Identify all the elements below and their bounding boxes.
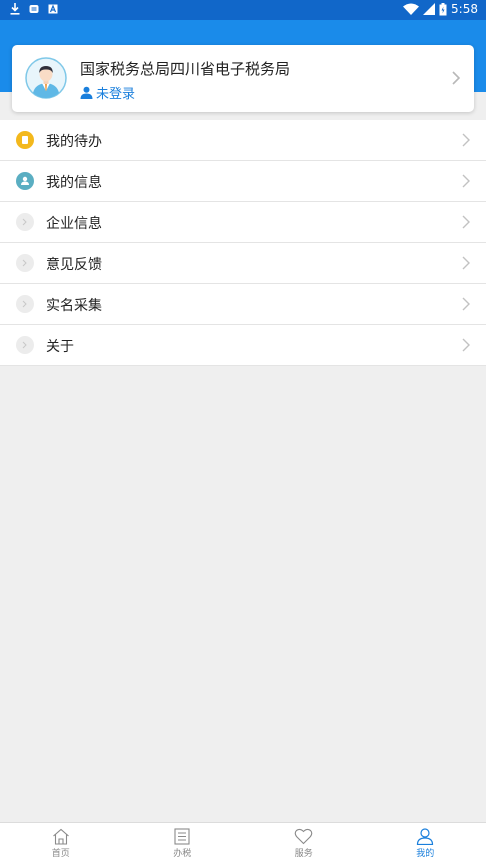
signal-icon	[423, 3, 435, 15]
chevron-right-icon	[452, 71, 460, 85]
wifi-icon	[403, 3, 419, 15]
tab-tax[interactable]: 办税	[122, 823, 244, 865]
menu-item-about[interactable]: 关于	[0, 325, 486, 366]
todo-icon	[16, 131, 34, 149]
about-icon	[16, 336, 34, 354]
menu-item-label: 实名采集	[46, 295, 102, 315]
tab-label: 服务	[295, 846, 313, 859]
tab-label: 办税	[173, 846, 191, 859]
feedback-icon	[16, 254, 34, 272]
status-time: 5:58	[451, 2, 478, 16]
tax-list-icon	[173, 828, 191, 845]
tab-home[interactable]: 首页	[0, 823, 122, 865]
menu-item-todo[interactable]: 我的待办	[0, 120, 486, 161]
chevron-right-icon	[462, 297, 470, 311]
app-a-icon	[48, 4, 58, 14]
chevron-right-icon	[462, 133, 470, 147]
home-icon	[52, 828, 70, 845]
user-info-icon	[16, 172, 34, 190]
menu-item-label: 企业信息	[46, 213, 102, 233]
login-status-label: 未登录	[96, 83, 135, 102]
notification-icon	[29, 4, 39, 14]
tab-label: 我的	[416, 846, 434, 859]
menu-item-company-info[interactable]: 企业信息	[0, 202, 486, 243]
login-status[interactable]: 未登录	[80, 83, 135, 102]
menu-list: 我的待办 我的信息 企业信息 意见反馈 实名采集	[0, 120, 486, 366]
status-bar: 5:58	[0, 0, 486, 20]
menu-item-label: 我的信息	[46, 172, 102, 192]
menu-item-my-info[interactable]: 我的信息	[0, 161, 486, 202]
menu-item-label: 关于	[46, 336, 74, 356]
menu-item-label: 意见反馈	[46, 254, 102, 274]
avatar[interactable]	[25, 57, 67, 99]
company-info-icon	[16, 213, 34, 231]
heart-icon	[294, 828, 313, 845]
chevron-right-icon	[462, 215, 470, 229]
battery-icon	[439, 3, 447, 16]
tab-mine[interactable]: 我的	[365, 823, 486, 865]
chevron-right-icon	[462, 338, 470, 352]
bottom-tab-bar: 首页 办税 服务 我的	[0, 822, 486, 865]
menu-item-feedback[interactable]: 意见反馈	[0, 243, 486, 284]
chevron-right-icon	[462, 256, 470, 270]
menu-item-real-name[interactable]: 实名采集	[0, 284, 486, 325]
chevron-right-icon	[462, 174, 470, 188]
user-icon	[80, 86, 93, 99]
org-name: 国家税务总局四川省电子税务局	[80, 58, 290, 79]
download-icon	[10, 3, 20, 15]
menu-item-label: 我的待办	[46, 131, 102, 151]
tab-service[interactable]: 服务	[243, 823, 365, 865]
real-name-icon	[16, 295, 34, 313]
tab-label: 首页	[52, 846, 70, 859]
person-icon	[416, 828, 434, 845]
profile-card[interactable]: 国家税务总局四川省电子税务局 未登录	[12, 45, 474, 112]
